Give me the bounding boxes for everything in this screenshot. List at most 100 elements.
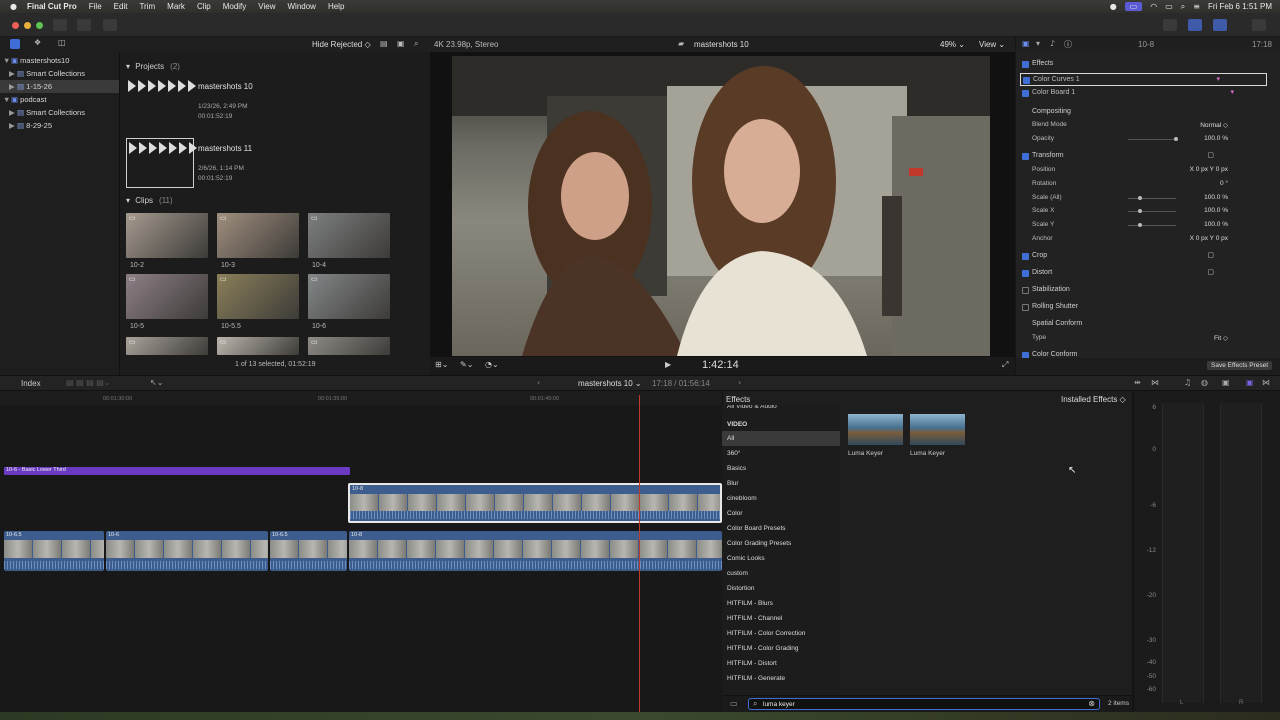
effect-category[interactable]: HITFILM - Distort: [722, 656, 840, 671]
inspector-row[interactable]: Anchor X 0 px Y 0 px: [1016, 233, 1280, 246]
project-item[interactable]: mastershots 11 2/6/26, 1:14 PM 00:01:52:19: [126, 138, 252, 188]
menu-mark[interactable]: Mark: [167, 2, 185, 11]
inspector-row[interactable]: Scale Y 100.0 %: [1016, 219, 1280, 232]
titles-icon[interactable]: ◫: [58, 38, 66, 47]
onscreen-control-icon[interactable]: ▢: [1207, 268, 1214, 276]
library-item[interactable]: ▶ ▤ Smart Collections: [0, 106, 119, 119]
menu-trim[interactable]: Trim: [139, 2, 155, 11]
inspector-value[interactable]: 100.0 %: [1204, 194, 1228, 201]
clip-thumbnail[interactable]: ▭: [126, 337, 208, 355]
enable-checkbox[interactable]: [1022, 61, 1029, 68]
color-mask-icon[interactable]: ▾: [1230, 88, 1234, 96]
transitions-browser-icon[interactable]: ⋈: [1262, 378, 1270, 387]
clip-thumbnail[interactable]: ▭: [217, 213, 299, 258]
list-view-icon[interactable]: ▣: [397, 39, 405, 48]
effect-category[interactable]: 360°: [722, 446, 840, 461]
inspector-value[interactable]: X 0 px Y 0 px: [1190, 166, 1228, 173]
enable-checkbox[interactable]: [1022, 153, 1029, 160]
disclosure-triangle-icon[interactable]: ▶: [9, 80, 17, 93]
disclosure-triangle-icon[interactable]: ▶: [9, 67, 17, 80]
slider-knob[interactable]: [1174, 137, 1178, 141]
audio-inspector-icon[interactable]: ♪: [1050, 39, 1055, 48]
index-button[interactable]: Index: [21, 379, 41, 388]
audio-skimming-icon[interactable]: ♫: [1184, 378, 1191, 387]
apple-icon[interactable]: ●: [10, 2, 17, 11]
inspector-row[interactable]: Color Curves 1 ▾: [1020, 73, 1267, 86]
inspector-row[interactable]: Scale (All) 100.0 %: [1016, 192, 1280, 205]
effect-category[interactable]: HITFILM - Blurs: [722, 596, 840, 611]
inspector-value[interactable]: 0 °: [1220, 180, 1228, 187]
search-menubar-icon[interactable]: ⌕: [1181, 2, 1185, 12]
menu-edit[interactable]: Edit: [114, 2, 128, 11]
fullscreen-icon[interactable]: ⤢: [1002, 360, 1008, 370]
effect-category[interactable]: HITFILM - Generate: [722, 671, 840, 686]
play-button[interactable]: ▶: [665, 360, 671, 369]
menu-clip[interactable]: Clip: [197, 2, 211, 11]
clip-thumbnail[interactable]: ▭: [126, 213, 208, 258]
minimize-window-icon[interactable]: [24, 22, 31, 29]
clip-thumbnail[interactable]: ▭: [217, 274, 299, 319]
background-tasks-icon[interactable]: [103, 19, 117, 31]
inspector-row[interactable]: Position X 0 px Y 0 px: [1016, 164, 1280, 177]
enable-checkbox[interactable]: [1023, 77, 1030, 84]
effects-search-field[interactable]: ⌕ ⊗: [748, 698, 1100, 710]
clip-thumbnail[interactable]: ▭: [308, 274, 390, 319]
effect-category[interactable]: Blur: [722, 476, 840, 491]
disclosure-triangle-icon[interactable]: ▼: [3, 93, 11, 106]
timeline-forward-icon[interactable]: ›: [738, 378, 741, 387]
connected-clip-selected[interactable]: 10-8: [348, 483, 722, 523]
clip-appearance-icon[interactable]: ▤: [380, 39, 388, 48]
timeline-back-icon[interactable]: ‹: [537, 378, 540, 387]
zoom-timeline-icon[interactable]: ⇹: [1134, 378, 1141, 387]
save-effects-preset-button[interactable]: Save Effects Preset: [1207, 361, 1272, 370]
color-inspector-icon[interactable]: ▾: [1036, 39, 1040, 48]
video-frame[interactable]: [452, 56, 990, 356]
effect-category[interactable]: custom: [722, 566, 840, 581]
sidebar-toggle-icon[interactable]: ▭: [730, 699, 738, 708]
keywords-icon[interactable]: [77, 19, 91, 31]
primary-clip[interactable]: 10-6.5: [4, 531, 104, 571]
libraries-icon[interactable]: [10, 39, 20, 49]
inspector-value[interactable]: X 0 px Y 0 px: [1190, 235, 1228, 242]
inspector-row[interactable]: Crop ▢: [1016, 250, 1280, 263]
clear-search-icon[interactable]: ⊗: [1088, 699, 1095, 708]
enable-checkbox[interactable]: [1022, 90, 1029, 97]
transform-tool-icon[interactable]: ⊞⌄: [435, 360, 448, 369]
effect-category[interactable]: Color: [722, 506, 840, 521]
filter-dropdown[interactable]: Hide Rejected ◇: [312, 40, 371, 49]
inspector-value[interactable]: 100.0 %: [1204, 221, 1228, 228]
slider-knob[interactable]: [1138, 223, 1142, 227]
menu-view[interactable]: View: [258, 2, 275, 11]
select-tool-icon[interactable]: ↖⌄: [150, 378, 163, 387]
inspector-row[interactable]: Blend Mode Normal ◇: [1016, 119, 1280, 132]
inspector-row[interactable]: Type Fit ◇: [1016, 332, 1280, 345]
inspector-row[interactable]: Spatial Conform: [1016, 318, 1280, 331]
enable-checkbox[interactable]: [1022, 253, 1029, 260]
effect-category[interactable]: cinebloom: [722, 491, 840, 506]
title-clip[interactable]: 10-6 - Basic Lower Third: [4, 467, 350, 475]
zoom-window-icon[interactable]: [36, 22, 43, 29]
enhance-tool-icon[interactable]: ✎⌄: [460, 360, 473, 369]
enable-checkbox[interactable]: [1022, 287, 1029, 294]
skimming-icon[interactable]: ⋈: [1151, 378, 1159, 387]
effect-category[interactable]: Basics: [722, 461, 840, 476]
close-window-icon[interactable]: [12, 22, 19, 29]
slider-knob[interactable]: [1138, 209, 1142, 213]
primary-clip[interactable]: 10-6: [106, 531, 268, 571]
inspector-value[interactable]: 100.0 %: [1204, 135, 1228, 142]
library-item[interactable]: ▶ ▤ 8-29-25: [0, 119, 119, 132]
timeline-project-name[interactable]: mastershots 10 ⌄: [578, 379, 642, 388]
layout-icon[interactable]: [1163, 19, 1177, 31]
effect-category[interactable]: Comic Looks: [722, 551, 840, 566]
library-item[interactable]: ▼▣ mastershots10: [0, 54, 119, 67]
installed-effects-dropdown[interactable]: Installed Effects ◇: [1061, 395, 1126, 404]
menubar-datetime[interactable]: Fri Feb 6 1:51 PM: [1208, 2, 1272, 11]
photos-icon[interactable]: ❖: [34, 38, 41, 47]
clip-thumbnail[interactable]: ▭: [217, 337, 299, 355]
inspector-row[interactable]: Opacity 100.0 %: [1016, 133, 1280, 146]
browser-search-icon[interactable]: ⌕: [414, 39, 418, 49]
projects-header[interactable]: ▾ Projects (2): [126, 62, 180, 71]
screen-share-icon[interactable]: ▭: [1124, 2, 1143, 11]
browser-toggle-icon[interactable]: [1188, 19, 1202, 31]
effects-browser-toggle-icon[interactable]: ▣: [1246, 378, 1254, 387]
